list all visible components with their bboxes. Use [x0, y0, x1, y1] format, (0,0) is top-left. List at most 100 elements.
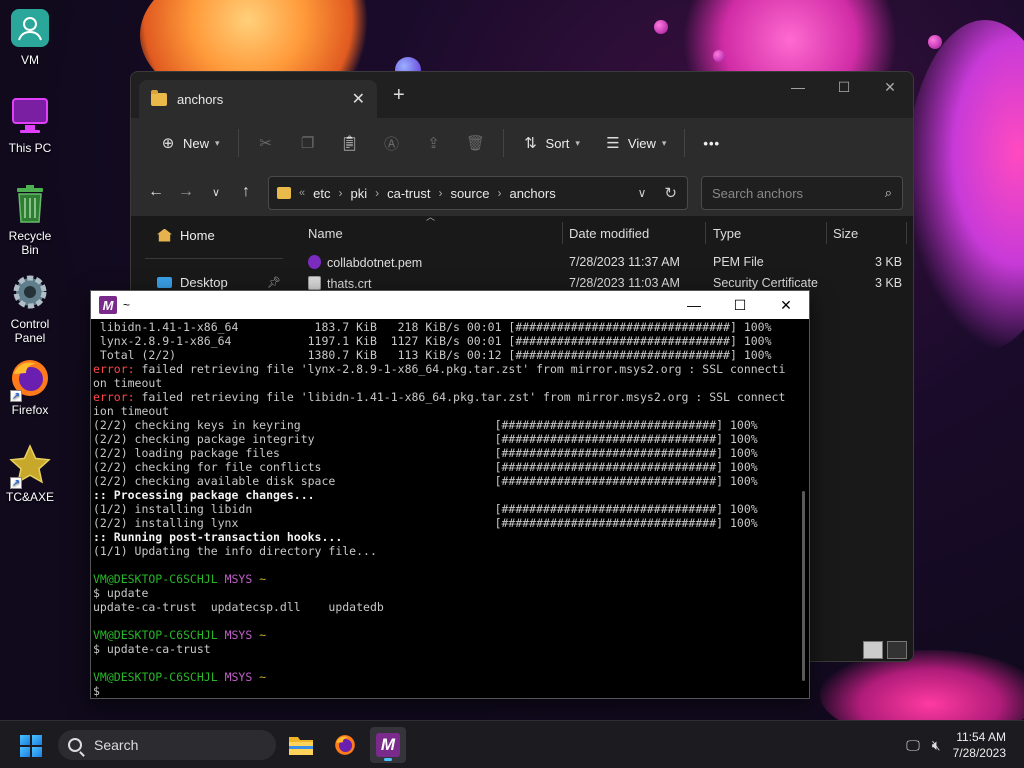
- cut-button[interactable]: ✂: [245, 126, 287, 160]
- explorer-tab[interactable]: anchors ✕: [139, 80, 377, 118]
- maximize-button[interactable]: ☐: [717, 291, 763, 319]
- close-button[interactable]: ✕: [763, 291, 809, 319]
- taskbar-firefox[interactable]: [327, 727, 363, 763]
- file-row[interactable]: collabdotnet.pem 7/28/2023 11:37 AM PEM …: [298, 252, 913, 273]
- file-explorer-icon: [289, 737, 313, 755]
- windows-start-icon[interactable]: [20, 735, 42, 757]
- recent-locations-chevron-icon[interactable]: ∨: [201, 177, 231, 207]
- terminal-line-text: lynx-2.8.9-1-x86_64 1197.1 KiB 1127 KiB/…: [93, 334, 772, 348]
- view-button[interactable]: ☰ View ▾: [592, 126, 678, 160]
- column-header-name[interactable]: Name: [308, 226, 343, 241]
- column-header-type[interactable]: Type: [713, 226, 741, 241]
- desktop-icon-label: Control Panel: [10, 317, 50, 345]
- column-header-date[interactable]: Date modified: [569, 226, 649, 241]
- more-options-button[interactable]: •••: [691, 126, 732, 160]
- chevron-down-icon: ▾: [215, 137, 220, 148]
- desktop-icon-tc-axe[interactable]: ↗ TC&AXE: [0, 443, 60, 504]
- breadcrumb-etc[interactable]: etc: [313, 186, 330, 201]
- desktop-icon-label: VM: [21, 53, 39, 67]
- prompt-system: MSYS: [224, 572, 253, 586]
- desktop-icon-this-pc[interactable]: This PC: [0, 94, 60, 155]
- column-divider[interactable]: [705, 222, 706, 244]
- terminal-line: libidn-1.41-1-x86_64 183.7 KiB 218 KiB/s…: [93, 320, 789, 334]
- volume-muted-icon[interactable]: 🔇︎: [932, 737, 941, 754]
- nav-item-home[interactable]: Home: [131, 220, 291, 250]
- terminal-line: Total (2/2) 1380.7 KiB 113 KiB/s 00:12 […: [93, 348, 789, 362]
- terminal-line-text: $ update: [93, 586, 149, 600]
- terminal-line-text: :: Running post-transaction hooks...: [93, 530, 343, 544]
- column-divider[interactable]: [826, 222, 827, 244]
- desktop-icon-firefox[interactable]: ↗ Firefox: [0, 356, 60, 417]
- close-tab-icon[interactable]: ✕: [352, 89, 365, 109]
- new-button[interactable]: ⊕ New ▾: [147, 126, 232, 160]
- minimize-button[interactable]: —: [775, 72, 821, 102]
- column-header-size[interactable]: Size: [833, 226, 858, 241]
- taskbar-file-explorer[interactable]: [283, 727, 319, 763]
- search-box[interactable]: ⌕: [701, 176, 903, 210]
- refresh-icon[interactable]: ↻: [664, 184, 677, 202]
- wallpaper-dot: [928, 35, 942, 49]
- error-prefix: error:: [93, 390, 135, 404]
- breadcrumb-anchors[interactable]: anchors: [509, 186, 555, 201]
- column-divider[interactable]: [906, 222, 907, 244]
- chevron-down-icon: ▾: [661, 137, 667, 148]
- breadcrumb-pki[interactable]: pki: [350, 186, 367, 201]
- terminal-line-text: failed retrieving file 'libidn-1.41-1-x8…: [134, 390, 786, 404]
- paste-button[interactable]: 📋︎: [329, 126, 371, 160]
- wallpaper-dot: [654, 20, 668, 34]
- prompt-directory: ~: [259, 628, 267, 642]
- maximize-button[interactable]: ☐: [821, 72, 867, 102]
- firefox-icon: ↗: [8, 356, 52, 402]
- network-icon[interactable]: 🖵︎: [906, 737, 920, 754]
- forward-arrow-icon[interactable]: →: [171, 177, 201, 207]
- minimize-button[interactable]: —: [671, 291, 717, 319]
- breadcrumb-separator-icon: ›: [497, 186, 502, 200]
- file-name: collabdotnet.pem: [327, 256, 423, 270]
- terminal-line: $ update-ca-trust: [93, 642, 789, 656]
- nav-item-label: Home: [180, 227, 215, 243]
- new-tab-button[interactable]: +: [393, 84, 405, 107]
- address-bar[interactable]: « etc › pki › ca-trust › source › anchor…: [268, 176, 688, 210]
- delete-button[interactable]: 🗑︎: [455, 126, 497, 160]
- column-divider[interactable]: [562, 222, 563, 244]
- search-input[interactable]: [712, 185, 885, 201]
- copy-button[interactable]: ❐: [287, 126, 329, 160]
- taskbar-search-label: Search: [94, 737, 139, 753]
- taskbar-mintty[interactable]: M: [370, 727, 406, 763]
- sort-button[interactable]: ⇅ Sort ▾: [510, 126, 592, 160]
- toolbar-divider: [684, 129, 686, 157]
- overflow-chevron-icon[interactable]: «: [299, 187, 305, 199]
- share-button[interactable]: ⇪: [413, 126, 455, 160]
- wallpaper-right-bloom: [905, 20, 1024, 350]
- address-dropdown-chevron-icon[interactable]: ∨: [638, 186, 647, 200]
- shortcut-arrow-icon: ↗: [10, 477, 22, 489]
- breadcrumb-separator-icon: ›: [375, 186, 380, 200]
- terminal-line-text: $ update-ca-trust: [93, 642, 211, 656]
- clock[interactable]: 11:54 AM 7/28/2023: [953, 729, 1006, 761]
- desktop-icon-label: Firefox: [11, 403, 49, 417]
- close-button[interactable]: ✕: [867, 72, 913, 102]
- shortcut-arrow-icon: ↗: [10, 390, 22, 402]
- sort-ascending-icon: ︿: [426, 212, 436, 222]
- terminal-output[interactable]: libidn-1.41-1-x86_64 183.7 KiB 218 KiB/s…: [91, 319, 809, 698]
- breadcrumb-source[interactable]: source: [450, 186, 489, 201]
- desktop-icon-control-panel[interactable]: Control Panel: [0, 270, 60, 345]
- file-size: 3 KB: [875, 276, 903, 290]
- back-arrow-icon[interactable]: ←: [141, 177, 171, 207]
- taskbar-search[interactable]: Search: [58, 730, 276, 760]
- breadcrumb-ca-trust[interactable]: ca-trust: [387, 186, 430, 201]
- terminal-line: update-ca-trust updatecsp.dll updatedb: [93, 600, 789, 614]
- desktop-icon-vm[interactable]: VM: [0, 6, 60, 67]
- tiles-view-button[interactable]: [887, 641, 907, 659]
- gear-icon: [8, 270, 52, 314]
- desktop-icon-recycle-bin[interactable]: Recycle Bin: [0, 182, 60, 257]
- clock-date: 7/28/2023: [952, 746, 1006, 760]
- details-view-button[interactable]: [863, 641, 883, 659]
- terminal-line: (1/1) Updating the info directory file..…: [93, 544, 789, 558]
- terminal-title-bar[interactable]: M ~ — ☐ ✕: [91, 291, 809, 319]
- prompt-system: MSYS: [224, 670, 253, 684]
- up-arrow-icon[interactable]: ↑: [231, 177, 261, 207]
- terminal-scrollbar[interactable]: [802, 491, 805, 681]
- rename-button[interactable]: Ⓐ: [371, 126, 413, 160]
- more-options-label: •••: [703, 135, 721, 151]
